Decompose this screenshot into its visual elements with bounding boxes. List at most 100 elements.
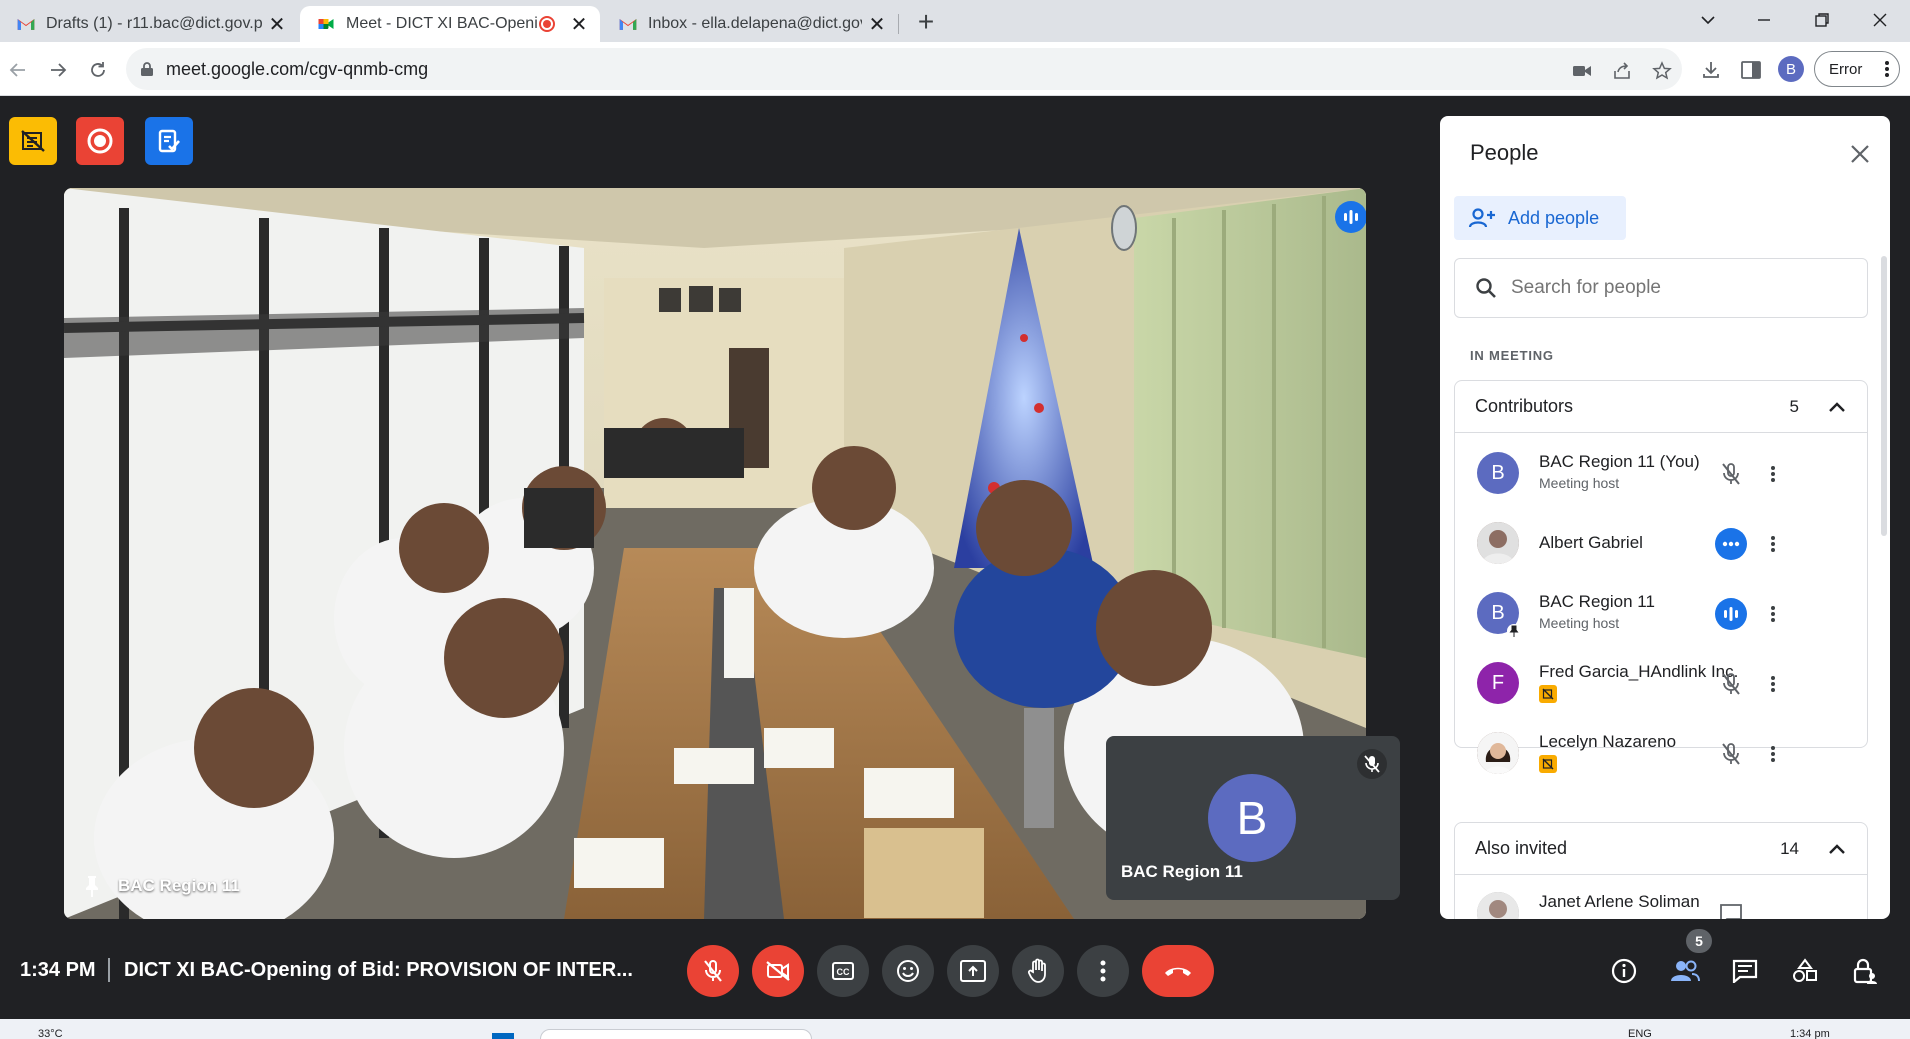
meeting-clock: 1:34 PM xyxy=(20,959,96,981)
close-panel-button[interactable] xyxy=(1842,136,1878,172)
minimize-button[interactable] xyxy=(1736,0,1792,40)
arrow-left-icon xyxy=(9,63,25,77)
participant-row[interactable]: F Fred Garcia_HAndlink Inc. xyxy=(1455,649,1869,719)
more-vert-icon[interactable] xyxy=(1757,528,1789,560)
more-vert-icon[interactable] xyxy=(1757,458,1789,490)
taskbar-clock: 1:34 pm xyxy=(1790,1028,1830,1039)
svg-text:CC: CC xyxy=(837,967,850,977)
contributors-header[interactable]: Contributors 5 xyxy=(1455,381,1867,433)
participant-row[interactable]: B BAC Region 11 Meeting host xyxy=(1455,579,1869,649)
meet-icon xyxy=(318,19,334,29)
activities-button[interactable] xyxy=(1787,953,1823,989)
participant-row[interactable]: B BAC Region 11 (You) Meeting host xyxy=(1455,439,1869,509)
restore-button[interactable] xyxy=(1794,0,1850,40)
participant-role: Meeting host xyxy=(1539,615,1620,631)
also-invited-header[interactable]: Also invited 14 xyxy=(1455,823,1867,875)
tab-title: Inbox - ella.delapena@dict.gov.ph xyxy=(648,15,862,32)
close-tab-icon[interactable]: ✕ xyxy=(862,9,892,39)
host-controls-button[interactable] xyxy=(1847,953,1883,989)
main-speaker-name: BAC Region 11 xyxy=(118,876,240,895)
captions-button[interactable]: CC xyxy=(817,945,869,997)
chevron-up-icon[interactable] xyxy=(1825,837,1849,861)
new-tab-button[interactable]: + xyxy=(910,6,942,38)
self-video-tile[interactable]: B BAC Region 11 xyxy=(1106,736,1400,900)
error-button[interactable]: Error xyxy=(1814,51,1900,87)
add-people-label: Add people xyxy=(1508,207,1600,228)
recording-button[interactable] xyxy=(76,117,124,165)
no-transcript-icon xyxy=(21,130,45,152)
mic-off-icon[interactable] xyxy=(1715,458,1747,490)
people-button[interactable] xyxy=(1667,953,1703,989)
mic-off-icon[interactable] xyxy=(1715,738,1747,770)
section-label: IN MEETING xyxy=(1470,348,1554,363)
record-icon xyxy=(87,128,113,154)
invited-row[interactable]: Janet Arlene Soliman xyxy=(1455,879,1869,919)
meet-stage: BAC Region 11 B BAC Region 11 People Add… xyxy=(0,96,1910,1039)
chat-bubble-icon[interactable] xyxy=(1715,898,1747,919)
avatar xyxy=(1477,732,1519,774)
more-vert-icon[interactable] xyxy=(1757,738,1789,770)
profile-photo xyxy=(1477,732,1519,774)
minimize-icon xyxy=(1758,19,1770,21)
attendance-button[interactable] xyxy=(145,117,193,165)
participant-name: Lecelyn Nazareno xyxy=(1539,732,1677,751)
mic-toggle-button[interactable] xyxy=(687,945,739,997)
search-input[interactable] xyxy=(1511,277,1851,299)
tab-search-button[interactable] xyxy=(1680,0,1736,40)
error-label: Error xyxy=(1829,60,1863,78)
tab-gmail-inbox[interactable]: Inbox - ella.delapena@dict.gov.ph ✕ xyxy=(602,6,898,42)
tab-gmail-drafts[interactable]: Drafts (1) - r11.bac@dict.gov.ph ✕ xyxy=(0,6,298,42)
reload-button[interactable] xyxy=(82,54,114,86)
share-icon[interactable] xyxy=(1610,59,1634,83)
contributors-group: Contributors 5 B BAC Region 11 (You) Mee… xyxy=(1454,380,1869,774)
reactions-button[interactable] xyxy=(882,945,934,997)
present-button[interactable] xyxy=(947,945,999,997)
panel-title: People xyxy=(1470,140,1539,165)
avatar: F xyxy=(1477,662,1519,704)
chevron-down-icon xyxy=(1701,16,1715,25)
panel-scrollbar[interactable] xyxy=(1881,256,1887,536)
lock-person-icon xyxy=(1853,958,1877,984)
camera-indicator-icon[interactable] xyxy=(1570,59,1594,83)
tab-meet[interactable]: Meet - DICT XI BAC-Opening ✕ xyxy=(300,6,600,42)
side-panel-icon[interactable] xyxy=(1738,57,1764,83)
restore-icon xyxy=(1815,13,1829,27)
add-people-button[interactable]: Add people xyxy=(1454,196,1626,240)
chat-icon xyxy=(1732,959,1758,983)
close-tab-icon[interactable]: ✕ xyxy=(262,9,292,39)
more-horiz-icon[interactable] xyxy=(1715,528,1747,560)
profile-avatar[interactable]: B xyxy=(1778,56,1804,82)
leave-call-button[interactable] xyxy=(1142,945,1214,997)
raise-hand-button[interactable] xyxy=(1012,945,1064,997)
downloads-icon[interactable] xyxy=(1698,57,1724,83)
windows-start-icon[interactable] xyxy=(492,1033,514,1039)
chevron-up-icon[interactable] xyxy=(1825,395,1849,419)
pin-icon xyxy=(1507,624,1521,638)
search-people-field[interactable] xyxy=(1454,258,1868,318)
camera-toggle-button[interactable] xyxy=(752,945,804,997)
pin-icon[interactable] xyxy=(84,874,100,898)
closed-caption-off-button[interactable] xyxy=(9,117,57,165)
close-window-button[interactable] xyxy=(1852,0,1908,40)
more-vert-icon[interactable] xyxy=(1757,598,1789,630)
mic-off-icon[interactable] xyxy=(1715,668,1747,700)
more-vert-icon[interactable] xyxy=(1757,668,1789,700)
forward-button[interactable] xyxy=(42,54,74,86)
attendance-icon xyxy=(158,129,180,153)
close-tab-icon[interactable]: ✕ xyxy=(564,9,594,39)
chat-button[interactable] xyxy=(1727,953,1763,989)
more-options-button[interactable] xyxy=(1077,945,1129,997)
bookmark-star-icon[interactable] xyxy=(1650,59,1674,83)
address-bar[interactable]: meet.google.com/cgv-qnmb-cmg xyxy=(126,48,1682,90)
back-button[interactable] xyxy=(2,54,34,86)
hand-icon xyxy=(1027,958,1046,983)
speaking-indicator-icon[interactable] xyxy=(1715,598,1747,630)
gmail-icon xyxy=(17,19,35,30)
close-icon xyxy=(1851,145,1869,163)
participant-row[interactable]: Albert Gabriel xyxy=(1455,509,1869,579)
participant-row[interactable]: Lecelyn Nazareno xyxy=(1455,719,1869,774)
meeting-details-button[interactable] xyxy=(1606,953,1642,989)
people-panel: People Add people IN MEETING Contributor… xyxy=(1440,116,1890,919)
taskbar-search[interactable] xyxy=(540,1029,812,1039)
main-tile-name-tag: BAC Region 11 xyxy=(84,874,240,898)
